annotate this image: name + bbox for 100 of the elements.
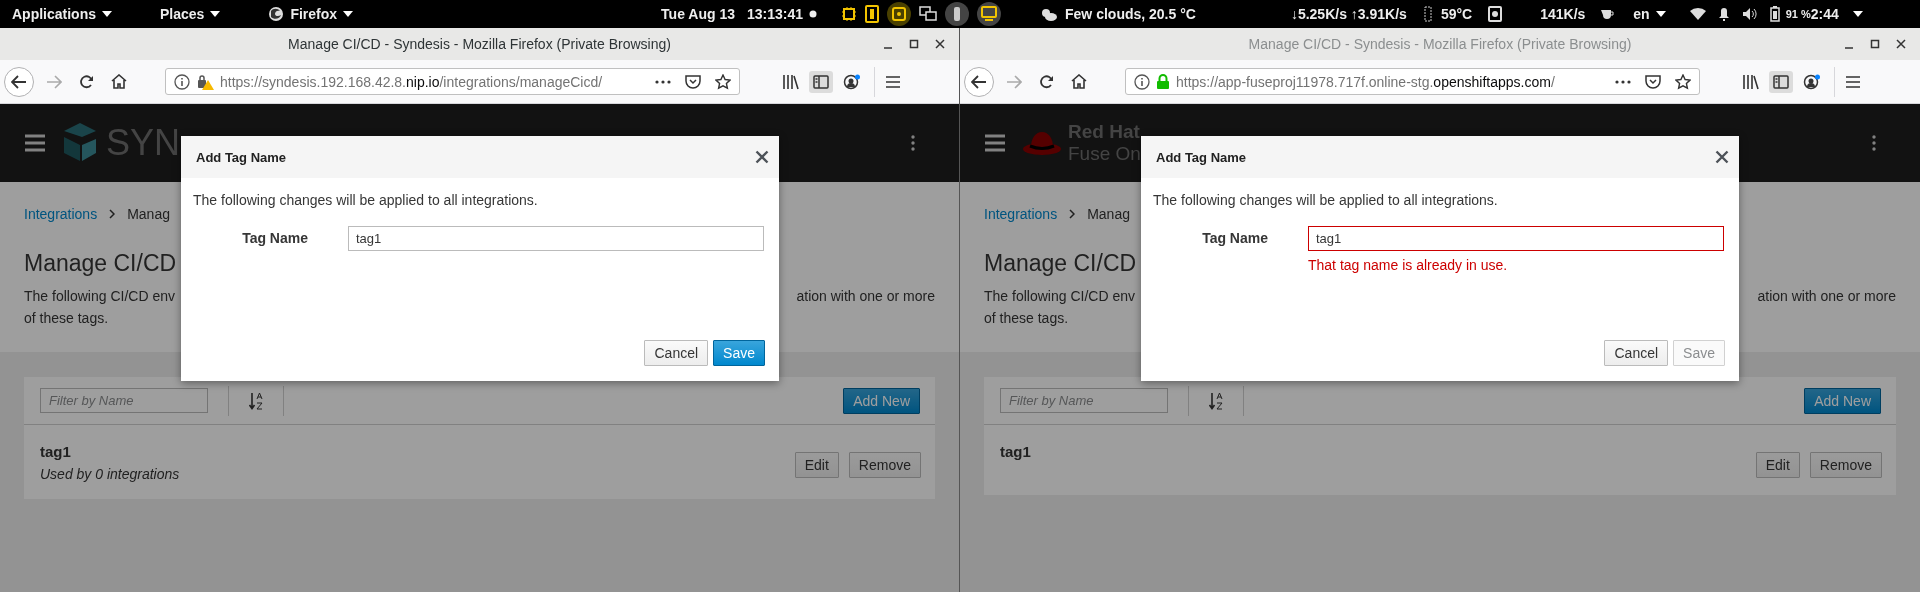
page-title: Manage CI/CD [984,249,1137,278]
info-icon[interactable] [1134,73,1150,90]
clock-time: 13:13:41 [747,6,804,22]
lock-warning-icon[interactable] [196,73,214,90]
row-action-button[interactable]: Remove [848,452,921,478]
dialog-message: The following changes will be applied to all integrations. [1153,192,1499,208]
description-text: ation with one or more [1757,287,1896,306]
network-speed: ↓5.25K/s ↑3.91K/s [1290,6,1407,22]
back-arrow-icon [971,74,987,89]
tag-name: tag1 [1000,443,1031,460]
close-icon[interactable] [755,150,769,164]
sort-alpha-icon[interactable] [249,391,263,410]
language-menu[interactable]: en [1633,6,1666,22]
breadcrumb-item: Manag [127,205,170,222]
row-action-button[interactable]: Edit [794,452,839,478]
window-title: Manage CI/CD - Syndesis - Mozilla Firefox (Private Browsing) [1248,36,1632,52]
sort-alpha-icon[interactable] [1209,391,1223,410]
chevron-right-icon [1069,208,1076,219]
chevron-right-icon [109,208,116,219]
battery-icon [1769,6,1780,22]
kebab-icon[interactable] [911,135,915,151]
account-icon[interactable] [1803,73,1821,90]
description-text: The following CI/CD env [984,287,1135,306]
caret-icon [102,11,112,17]
window-title: Manage CI/CD - Syndesis - Mozilla Firefox (Private Browsing) [288,36,671,52]
reload-icon[interactable] [1040,74,1054,89]
breadcrumb-item: Manag [1087,205,1130,222]
info-icon[interactable] [174,73,190,90]
library-icon[interactable] [1742,73,1760,90]
chip-icon [841,6,858,22]
pocket-icon[interactable] [685,74,701,89]
caret-icon [343,11,354,17]
home-icon[interactable] [111,74,127,89]
hat-logo-icon [1022,130,1062,156]
filter-field[interactable]: Filter by Name [1000,388,1168,413]
battery-percent: 91 % [1785,8,1811,20]
menu-icon[interactable] [1845,74,1861,89]
notification-icon [1717,7,1730,21]
network-icon [919,6,938,22]
reload-icon[interactable] [80,74,94,89]
url-text: https://syndesis.192.168.42.8.nip.io/integrations/manageCicd/ [220,73,604,90]
row-action-button[interactable]: Edit [1755,452,1800,478]
home-icon[interactable] [1071,74,1087,89]
filter-field[interactable]: Filter by Name [40,388,208,413]
memory-icon [865,5,880,23]
row-action-button[interactable]: Remove [1809,452,1882,478]
disk-speed: 141K/s [1540,6,1586,22]
caret-icon [1852,11,1863,17]
cpu-temperature: 59°C [1440,6,1473,22]
back-arrow-icon [11,74,27,89]
firefox-icon [268,6,285,22]
clock-time: 2:44 [1810,6,1839,22]
usb-icon [945,2,970,26]
description-text: of these tags. [984,310,1069,326]
tag-usage: Used by 0 integrations [40,466,180,482]
speaker-icon [1741,7,1758,21]
dialog-title: Add Tag Name [1156,149,1247,165]
address-bar[interactable]: https://syndesis.192.168.42.8.nip.io/integrations/manageCicd/ [165,68,740,95]
weather-icon [1039,6,1058,22]
tag-name-field[interactable]: tag1 [1308,226,1724,251]
error-message: That tag name is already in use. [1308,257,1509,273]
weather-text: Few clouds, 20.5 °C [1065,6,1196,22]
star-icon[interactable] [715,73,731,90]
tag-name: tag1 [40,443,72,460]
description-text: The following CI/CD env [24,287,175,306]
kebab-icon[interactable] [1872,135,1876,151]
cancel-button[interactable]: Cancel [1604,340,1669,366]
url-text: https://app-fuseproj11978.717f.online-stg.openshiftapps.com/ [1176,73,1556,90]
star-icon[interactable] [1675,73,1691,90]
lock-icon[interactable] [1156,73,1170,90]
description-text: ation with one or more [796,287,935,306]
disk-icon [887,2,912,26]
back-button[interactable] [4,66,34,97]
address-bar[interactable]: https://app-fuseproj11978.717f.online-stg.openshiftapps.com/ [1125,68,1700,95]
wifi-icon [1689,7,1706,21]
monitor-icon [977,2,1002,26]
sidebar-button[interactable] [1769,70,1793,93]
cancel-button[interactable]: Cancel [644,340,709,366]
menu-icon[interactable] [885,74,901,89]
status-dot-icon [809,10,818,18]
more-icon[interactable] [1615,79,1631,84]
menu-button[interactable]: Applications [12,6,112,22]
sidebar-button[interactable] [809,70,833,93]
page-title: Manage CI/CD [24,249,177,278]
field-label: Tag Name [241,229,308,248]
back-button[interactable] [964,66,994,97]
tag-name-field[interactable]: tag1 [348,226,764,251]
close-icon[interactable] [1715,150,1729,164]
menu-button[interactable]: Places [160,6,221,22]
description-text: of these tags. [24,310,109,326]
clock-date: Tue Aug 13 [661,6,735,22]
menu-button[interactable]: Firefox [268,6,354,22]
caret-icon [1655,11,1666,17]
account-icon[interactable] [843,73,861,90]
more-icon[interactable] [655,79,671,84]
caret-icon [210,11,221,17]
dialog-message: The following changes will be applied to all integrations. [193,192,539,208]
pocket-icon[interactable] [1645,74,1661,89]
cube-logo-icon [62,123,98,163]
library-icon[interactable] [782,73,800,90]
